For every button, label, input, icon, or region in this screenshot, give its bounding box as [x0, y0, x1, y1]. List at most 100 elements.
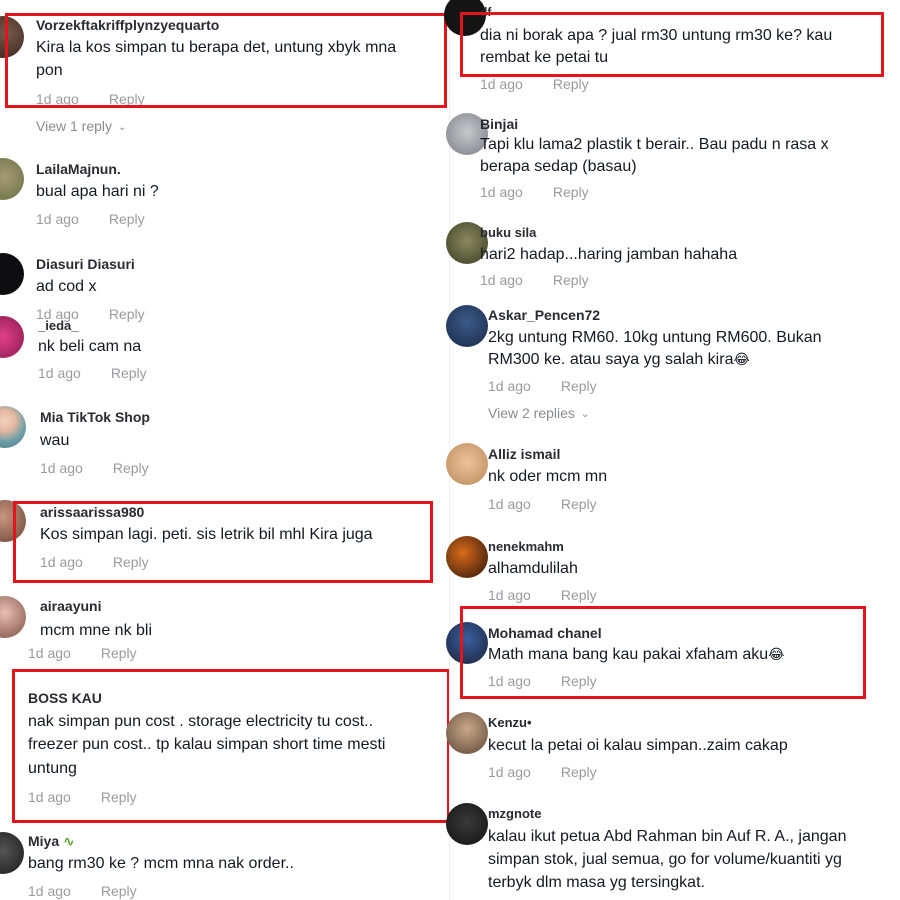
comment-text: dia ni borak apa ? jual rm30 untung rm30… — [480, 27, 833, 44]
comment-username[interactable]: LailaMajnun. — [36, 161, 121, 177]
avatar[interactable] — [0, 253, 24, 295]
comment-time: 1d ago — [488, 673, 531, 689]
comment-text: RM300 ke. atau saya yg salah kira😂 — [488, 348, 750, 371]
comment-text: bang rm30 ke ? mcm mna nak order.. — [28, 855, 294, 872]
comment-text: bual apa hari ni ? — [36, 183, 159, 200]
comment-username[interactable]: Vorzekftakriffplynzyequarto — [36, 17, 219, 33]
comment-username[interactable]: Alliz ismail — [488, 446, 560, 462]
comment-text: hari2 hadap...haring jamban hahaha — [480, 246, 738, 263]
comment-text: nk oder mcm mn — [488, 468, 608, 485]
comment-username[interactable]: arissaarissa980 — [40, 504, 144, 520]
comment-text: kalau ikut petua Abd Rahman bin Auf R. A… — [488, 828, 847, 845]
comment-username[interactable]: Miya ∿ — [28, 833, 75, 850]
reply-button[interactable]: Reply — [553, 184, 589, 200]
comment-username[interactable]: BOSS KAU — [28, 690, 102, 706]
reply-button[interactable]: Reply — [109, 91, 145, 107]
view-replies-button[interactable]: View 2 replies ⌄ — [488, 405, 589, 421]
comment-meta: 1d ago Reply — [28, 883, 137, 899]
comment-text: Tapi klu lama2 plastik t berair.. Bau pa… — [480, 136, 829, 153]
comment-meta: 1d ago Reply — [488, 378, 597, 394]
comment-text: alhamdulilah — [488, 560, 578, 577]
reply-button[interactable]: Reply — [561, 587, 597, 603]
comment-time: 1d ago — [40, 554, 83, 570]
avatar[interactable] — [446, 803, 488, 845]
comment-meta: 1d ago Reply — [488, 764, 597, 780]
comment-text: wau — [40, 432, 70, 449]
comment-text: rembat ke petai tu — [480, 49, 609, 66]
comment-meta: 1d ago Reply — [488, 673, 597, 689]
comment-username[interactable]: _ieda_ — [38, 318, 78, 333]
comment-username[interactable]: Askar_Pencen72 — [488, 307, 600, 323]
comment-username[interactable]: Kenzu• — [488, 715, 532, 730]
comment-text: freezer pun cost.. tp kalau simpan short… — [28, 736, 386, 753]
reply-button[interactable]: Reply — [561, 673, 597, 689]
reply-button[interactable]: Reply — [561, 764, 597, 780]
comment-meta: 1d ago Reply — [36, 211, 145, 227]
comment-time: 1d ago — [488, 587, 531, 603]
reply-button[interactable]: Reply — [101, 645, 137, 661]
avatar[interactable] — [0, 832, 24, 874]
comment-username[interactable]: Diasuri Diasuri — [36, 256, 135, 272]
reply-button[interactable]: Reply — [101, 789, 137, 805]
comment-username[interactable]: nenekmahm — [488, 539, 564, 554]
reply-button[interactable]: Reply — [561, 496, 597, 512]
comment-time: 1d ago — [480, 184, 523, 200]
comment-text: nk beli cam na — [38, 338, 142, 355]
reply-button[interactable]: Reply — [111, 365, 147, 381]
comment-text: ad cod x — [36, 278, 97, 295]
avatar[interactable] — [0, 406, 26, 448]
avatar[interactable] — [0, 316, 24, 358]
avatar[interactable] — [446, 622, 488, 664]
comment-time: 1d ago — [488, 764, 531, 780]
comment-text: Math mana bang kau pakai xfaham aku😂 — [488, 643, 785, 666]
reply-button[interactable]: Reply — [553, 76, 589, 92]
comment-time: 1d ago — [36, 211, 79, 227]
reply-button[interactable]: Reply — [109, 211, 145, 227]
reply-button[interactable]: Reply — [113, 554, 149, 570]
comment-column-right: df dia ni borak apa ? jual rm30 untung r… — [444, 0, 900, 900]
comment-meta: 1d ago Reply — [488, 587, 597, 603]
avatar[interactable] — [446, 712, 488, 754]
comment-time: 1d ago — [480, 272, 523, 288]
avatar[interactable] — [446, 443, 488, 485]
comment-meta: 1d ago Reply — [480, 76, 589, 92]
comment-text-line: Math mana bang kau pakai xfaham aku — [488, 646, 769, 663]
comment-username[interactable]: df — [480, 5, 491, 19]
comment-time: 1d ago — [40, 460, 83, 476]
comment-username[interactable]: Binjai — [480, 116, 518, 132]
comment-text: simpan stok, jual semua, go for volume/k… — [488, 851, 842, 868]
reply-button[interactable]: Reply — [109, 306, 145, 322]
comment-time: 1d ago — [36, 91, 79, 107]
comment-meta: 1d ago Reply — [36, 91, 145, 107]
view-replies-button[interactable]: View 1 reply ⌄ — [36, 118, 126, 134]
avatar[interactable] — [446, 536, 488, 578]
reply-button[interactable]: Reply — [101, 883, 137, 899]
comment-column-left: Vorzekftakriffplynzyequarto Kira la kos … — [0, 0, 450, 900]
comment-username-text: Miya — [28, 833, 60, 849]
comment-username[interactable]: buku sila — [480, 225, 536, 240]
comment-username[interactable]: airaayuni — [40, 598, 101, 614]
avatar[interactable] — [0, 158, 24, 200]
avatar[interactable] — [0, 500, 26, 542]
comment-time: 1d ago — [28, 645, 71, 661]
comment-username[interactable]: Mia TikTok Shop — [40, 409, 150, 425]
reply-button[interactable]: Reply — [113, 460, 149, 476]
comment-text: Kira la kos simpan tu berapa det, untung… — [36, 39, 397, 56]
comment-time: 1d ago — [38, 365, 81, 381]
comment-text: nak simpan pun cost . storage electricit… — [28, 713, 374, 730]
comment-username[interactable]: Mohamad chanel — [488, 625, 602, 641]
comment-text-line: RM300 ke. atau saya yg salah kira — [488, 351, 734, 368]
reply-button[interactable]: Reply — [561, 378, 597, 394]
reply-button[interactable]: Reply — [553, 272, 589, 288]
avatar[interactable] — [0, 16, 24, 58]
comment-username[interactable]: mzgnote — [488, 806, 541, 821]
avatar[interactable] — [446, 305, 488, 347]
comment-time: 1d ago — [28, 883, 71, 899]
avatar[interactable] — [0, 596, 26, 638]
comment-meta: 1d ago Reply — [28, 789, 137, 805]
comment-text: untung — [28, 760, 77, 777]
comment-text: 2kg untung RM60. 10kg untung RM600. Buka… — [488, 329, 822, 346]
comment-text: terbyk dlm masa yg tersingkat. — [488, 874, 705, 891]
comment-meta: 1d ago Reply — [480, 272, 589, 288]
view-replies-label: View 1 reply — [36, 118, 113, 134]
